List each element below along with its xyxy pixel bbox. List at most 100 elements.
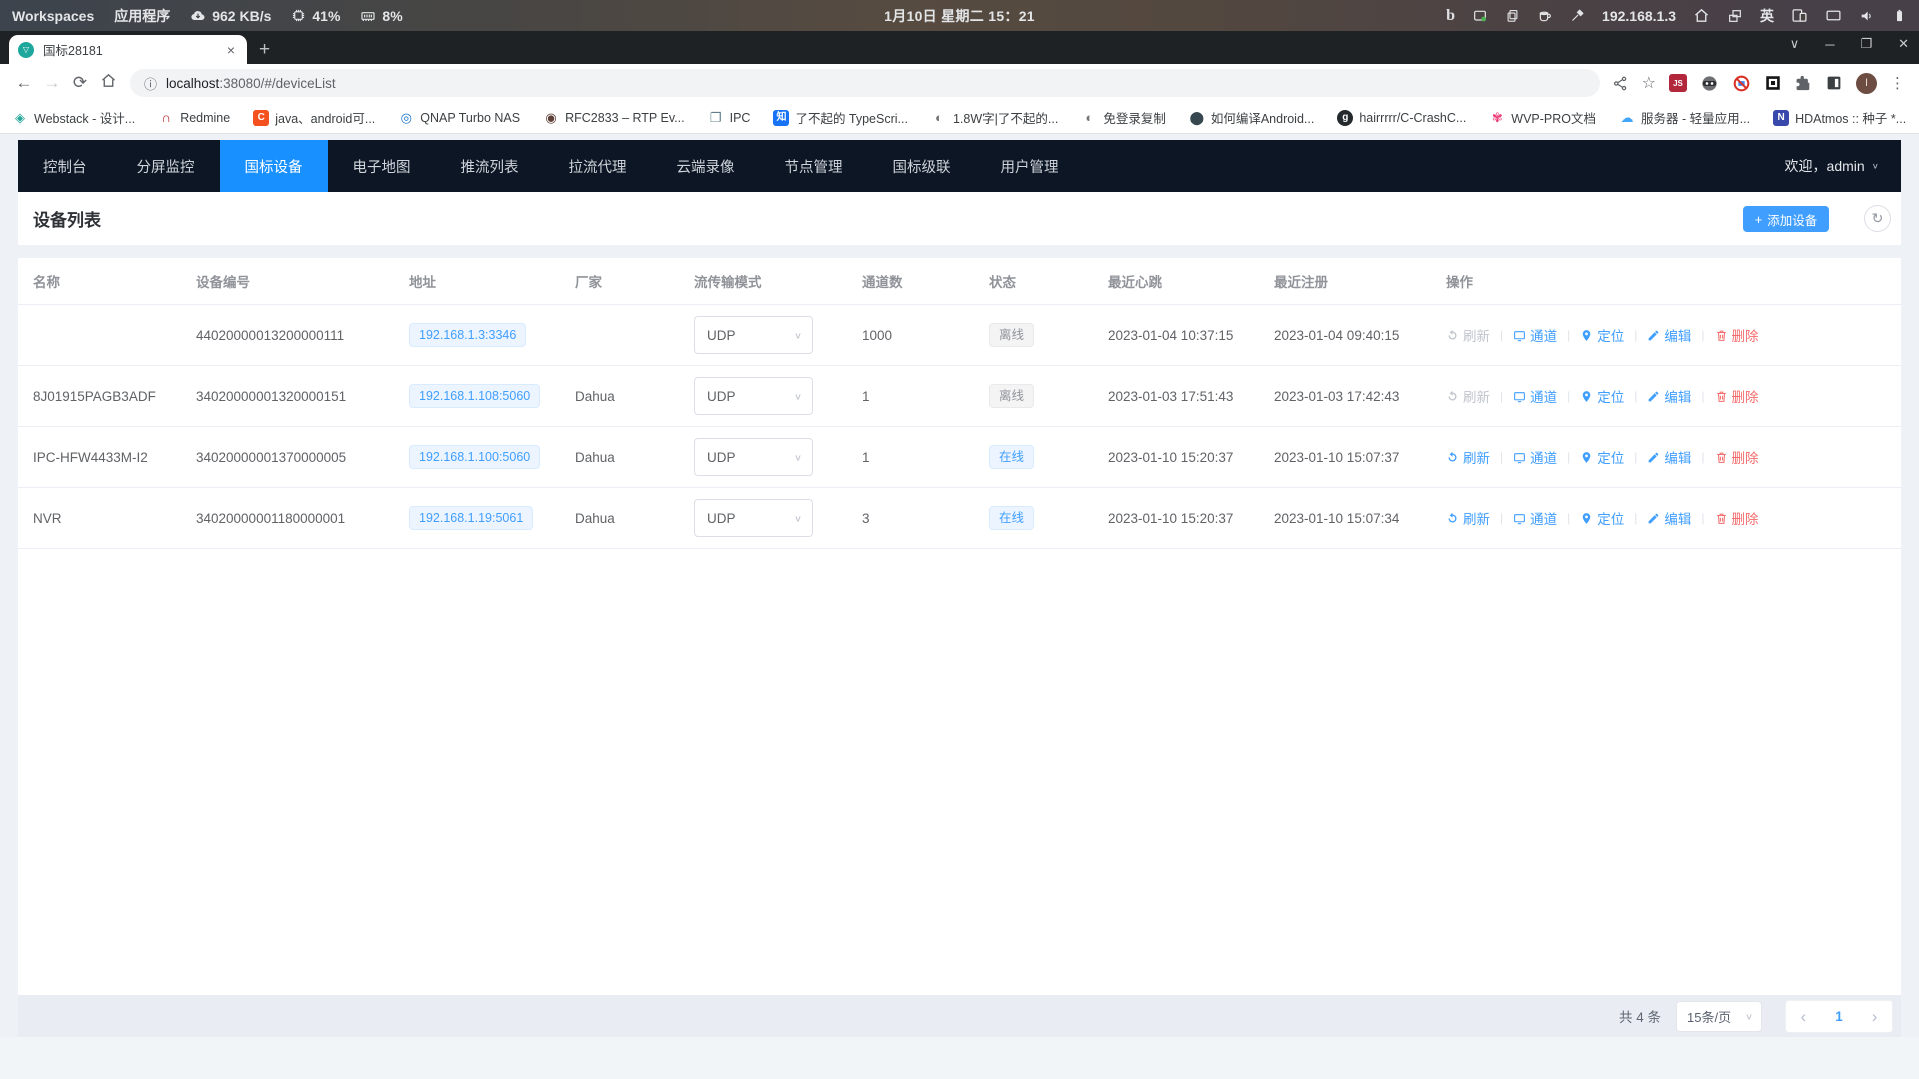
nav-item-pull-proxy[interactable]: 拉流代理 (544, 140, 652, 192)
refresh-action[interactable]: 刷新 (1446, 386, 1490, 406)
edit-action[interactable]: 编辑 (1647, 447, 1691, 467)
channel-action[interactable]: 通道 (1513, 325, 1557, 345)
extension-robber-icon[interactable] (1700, 74, 1719, 93)
forward-icon[interactable]: → (38, 73, 66, 93)
display-tray-icon[interactable] (1825, 7, 1842, 24)
locate-action[interactable]: 定位 (1580, 508, 1624, 528)
channel-icon (1513, 512, 1526, 525)
refresh-action[interactable]: 刷新 (1446, 325, 1490, 345)
battery-tray-icon[interactable] (1892, 8, 1907, 23)
nav-item-cloud-record[interactable]: 云端录像 (652, 140, 760, 192)
channel-action[interactable]: 通道 (1513, 508, 1557, 528)
stream-mode-select[interactable]: UDP∨ (694, 499, 813, 537)
extensions-puzzle-icon[interactable] (1795, 75, 1812, 92)
back-icon[interactable]: ← (10, 73, 38, 93)
reload-icon[interactable]: ⟳ (66, 73, 94, 93)
user-menu[interactable]: 欢迎，admin ∨ (1785, 156, 1879, 176)
stream-mode-select[interactable]: UDP∨ (694, 316, 813, 354)
extension-adblock-icon[interactable] (1732, 74, 1751, 93)
bookmark-item[interactable]: ❐IPC (708, 110, 751, 126)
input-method-indicator[interactable]: 英 (1760, 6, 1774, 26)
page-size-select[interactable]: 15条/页 ∨ (1676, 1001, 1762, 1032)
edit-action[interactable]: 编辑 (1647, 386, 1691, 406)
system-clock[interactable]: 1月10日 星期二 15：21 (884, 6, 1035, 26)
bookmark-item[interactable]: ⬤如何编译Android... (1189, 108, 1315, 127)
bookmark-item[interactable]: ◐免登录复制 (1081, 108, 1166, 127)
clipboard-tray-icon[interactable] (1505, 8, 1520, 23)
nav-item-split-screen[interactable]: 分屏监控 (112, 140, 220, 192)
home-icon[interactable] (94, 72, 122, 94)
address-bar[interactable]: ⓘ localhost:38080/#/deviceList (130, 69, 1600, 97)
profile-avatar[interactable]: I (1856, 73, 1877, 94)
channel-action[interactable]: 通道 (1513, 447, 1557, 467)
site-info-icon[interactable]: ⓘ (144, 74, 157, 93)
delete-action[interactable]: 删除 (1715, 386, 1759, 406)
delete-action[interactable]: 删除 (1715, 447, 1759, 467)
locate-action[interactable]: 定位 (1580, 447, 1624, 467)
window-restore-icon[interactable]: ❐ (1860, 36, 1872, 52)
stream-mode-cell: UDP∨ (694, 316, 862, 354)
edit-action[interactable]: 编辑 (1647, 325, 1691, 345)
window-minimize-icon[interactable]: ─ (1825, 37, 1834, 52)
bookmark-item[interactable]: ☁服务器 - 轻量应用... (1619, 108, 1750, 127)
stream-mode-select[interactable]: UDP∨ (694, 377, 813, 415)
nav-item-node-manage[interactable]: 节点管理 (760, 140, 868, 192)
applications-button[interactable]: 应用程序 (114, 6, 170, 26)
refresh-action[interactable]: 刷新 (1446, 508, 1490, 528)
new-tab-button[interactable]: + (259, 40, 270, 59)
locate-action[interactable]: 定位 (1580, 325, 1624, 345)
tab-close-icon[interactable]: × (224, 42, 238, 58)
delete-action[interactable]: 删除 (1715, 325, 1759, 345)
nav-item-gb-device[interactable]: 国标设备 (220, 140, 328, 192)
bookmark-item[interactable]: ◈Webstack - 设计... (12, 108, 135, 127)
browser-toolbar: ← → ⟳ ⓘ localhost:38080/#/deviceList ☆ J… (0, 64, 1919, 102)
volume-tray-icon[interactable] (1859, 8, 1875, 24)
bookmark-item[interactable]: 知了不起的 TypeScri... (773, 108, 908, 127)
screenshot-tray-icon[interactable] (1472, 8, 1488, 24)
delete-action[interactable]: 删除 (1715, 508, 1759, 528)
nav-item-push-list[interactable]: 推流列表 (436, 140, 544, 192)
refresh-action[interactable]: 刷新 (1446, 447, 1490, 467)
color-picker-tray-icon[interactable] (1570, 8, 1585, 23)
share-icon[interactable] (1612, 75, 1629, 92)
bookmark-item[interactable]: ghairrrrr/C-CrashC... (1337, 110, 1466, 126)
refresh-list-button[interactable]: ↻ (1864, 205, 1891, 232)
bookmark-item[interactable]: ◐1.8W字|了不起的... (931, 108, 1058, 127)
bing-tray-icon[interactable]: b (1446, 7, 1455, 25)
stream-mode-select[interactable]: UDP∨ (694, 438, 813, 476)
window-tiling-tray-icon[interactable] (1727, 8, 1743, 24)
page-number[interactable]: 1 (1835, 1009, 1843, 1024)
workspaces-button[interactable]: Workspaces (12, 8, 94, 24)
action-divider: | (1634, 328, 1637, 342)
next-page-icon[interactable]: › (1872, 1008, 1878, 1025)
bookmark-item[interactable]: ◎QNAP Turbo NAS (398, 110, 520, 126)
nav-item-user-manage[interactable]: 用户管理 (976, 140, 1084, 192)
extension-js-icon[interactable]: JS (1669, 74, 1687, 92)
edit-action[interactable]: 编辑 (1647, 508, 1691, 528)
bookmark-item[interactable]: Cjava、android可... (253, 108, 375, 127)
window-close-icon[interactable]: ✕ (1898, 36, 1909, 52)
add-device-button[interactable]: + 添加设备 (1743, 206, 1829, 232)
coffee-tray-icon[interactable] (1537, 8, 1553, 24)
devices-tray-icon[interactable] (1791, 7, 1808, 24)
ip-address-indicator[interactable]: 192.168.1.3 (1602, 8, 1676, 24)
bookmark-item[interactable]: ✾WVP-PRO文档 (1489, 108, 1596, 127)
bookmark-item[interactable]: ∩Redmine (158, 110, 230, 126)
bookmark-item[interactable]: ◉RFC2833 – RTP Ev... (543, 110, 685, 126)
nav-item-gb-cascade[interactable]: 国标级联 (868, 140, 976, 192)
prev-page-icon[interactable]: ‹ (1801, 1008, 1807, 1025)
bookmark-star-icon[interactable]: ☆ (1642, 73, 1656, 93)
nav-item-console[interactable]: 控制台 (18, 140, 112, 192)
nav-item-e-map[interactable]: 电子地图 (328, 140, 436, 192)
bookmark-item[interactable]: NHDAtmos :: 种子 *... (1773, 108, 1906, 127)
device-table: 名称设备编号地址厂家流传输模式通道数状态最近心跳最近注册操作 440200000… (18, 258, 1901, 995)
extension-reader-icon[interactable] (1825, 74, 1843, 92)
home-tray-icon[interactable] (1693, 7, 1710, 24)
browser-tab[interactable]: ▽ 国标28181 × (9, 35, 247, 64)
window-chevron-icon[interactable]: ∨ (1790, 36, 1800, 52)
extension-qr-icon[interactable] (1764, 74, 1782, 92)
browser-menu-dots-icon[interactable]: ⋮ (1890, 74, 1905, 92)
device-id: 44020000013200000111 (196, 328, 409, 343)
channel-action[interactable]: 通道 (1513, 386, 1557, 406)
locate-action[interactable]: 定位 (1580, 386, 1624, 406)
